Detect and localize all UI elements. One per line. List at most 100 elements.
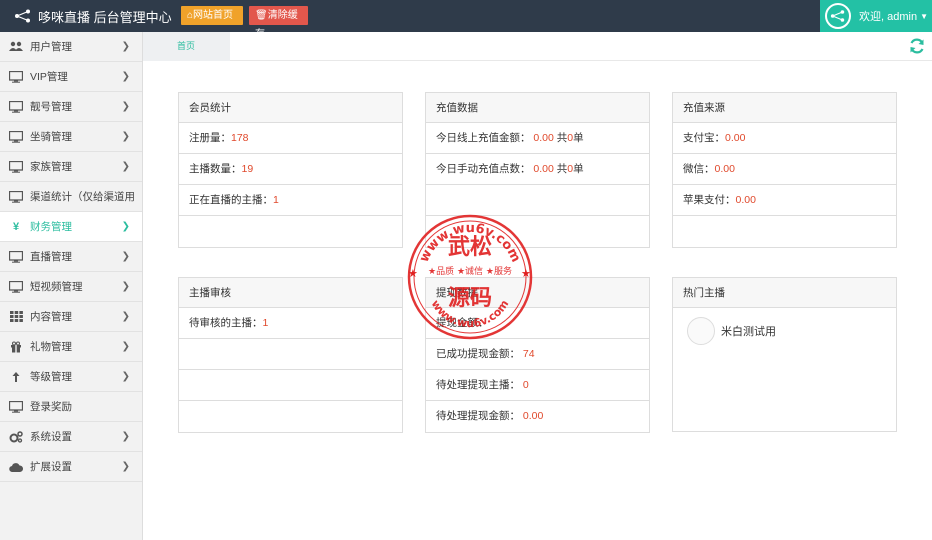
chevron-right-icon: ❯ [121,251,130,262]
sidebar-item[interactable]: 内容管理 ❯ [0,302,142,332]
live-row: 正在直播的主播：1 [179,185,402,216]
anchor-avatar[interactable] [687,316,715,345]
yen-icon: ¥ [12,220,20,233]
sidebar-item[interactable]: 家族管理 ❯ [0,152,142,182]
row-label: 正在直播的主播： [189,194,273,206]
row-text: 共 [553,163,568,175]
site-home-button[interactable]: ⌂网站首页 [181,6,243,25]
sidebar-item[interactable]: 靓号管理 ❯ [0,92,142,122]
app-title: 哆咪直播 后台管理中心 [38,9,172,25]
monitor-icon [9,130,23,143]
row-label: 待处理提现金额： [436,410,520,422]
manual-recharge-row: 今日手动充值点数： 0.00 共0单 [426,154,649,185]
sidebar-item[interactable]: 等级管理 ❯ [0,362,142,392]
users-icon [9,41,23,53]
sidebar-item[interactable]: 直播管理 ❯ [0,242,142,272]
empty-row [179,370,402,401]
pending-anchor-row: 待审核的主播：1 [179,308,402,339]
online-recharge-row: 今日线上充值金额： 0.00 共0单 [426,123,649,154]
sidebar: 用户管理 ❯ VIP管理 ❯ 靓号管理 ❯ 坐骑管理 ❯ 家族管理 ❯ 渠道统计（仅给渠道用 ¥ 财务管… [0,32,143,540]
row-label: 已成功提现金额： [436,348,520,360]
monitor-icon [9,400,23,413]
row-label: 苹果支付： [683,194,736,206]
hot-anchor-item[interactable]: 米白测试用 [673,308,896,353]
sidebar-item[interactable]: 短视频管理 ❯ [0,272,142,302]
monitor-icon [9,100,23,113]
hot-anchor-panel: 热门主播 米白测试用 [672,277,897,432]
sidebar-item[interactable]: 坐骑管理 ❯ [0,122,142,152]
alipay-row: 支付宝：0.00 [673,123,896,154]
chevron-right-icon: ❯ [121,341,130,352]
brand[interactable]: 哆咪直播 后台管理中心 [14,0,172,32]
sidebar-item-label: 渠道统计（仅给渠道用 [30,191,135,203]
sidebar-item-label: 礼物管理 [30,341,72,353]
chevron-right-icon: ❯ [121,41,130,52]
sidebar-item-label: 家族管理 [30,161,72,173]
sidebar-item[interactable]: 系统设置 ❯ [0,422,142,452]
apple-row: 苹果支付：0.00 [673,185,896,216]
watermark-main-top: 武松 [448,235,492,260]
pending-anchor-withdraw-row: 待处理提现主播： 0 [426,370,649,401]
empty-row [179,216,402,247]
sidebar-item-label: 等级管理 [30,371,72,383]
alipay-value: 0.00 [725,132,746,144]
monitor-icon [9,250,23,263]
tab-home[interactable]: 首页 [143,32,230,61]
chevron-right-icon: ❯ [121,281,130,292]
sidebar-item[interactable]: 扩展设置 ❯ [0,452,142,482]
panel-title: 会员统计 [179,93,402,123]
sidebar-item[interactable]: ¥ 财务管理 ❯ [0,212,142,242]
chevron-right-icon: ❯ [121,461,130,472]
row-text: 单 [573,132,584,144]
sidebar-item[interactable]: 渠道统计（仅给渠道用 [0,182,142,212]
monitor-icon [9,160,23,173]
sidebar-item-label: 登录奖励 [30,401,72,413]
star-icon: ★ [521,268,531,280]
caret-down-icon: ▼ [920,11,928,21]
panel-title: 充值来源 [673,93,896,123]
row-label: 微信： [683,163,715,175]
monitor-icon [9,190,23,203]
user-avatar[interactable] [825,3,851,29]
clear-cache-button[interactable]: 🗑清除缓存 [249,6,308,40]
cloud-icon [9,461,23,473]
pending-amount-value: 0.00 [522,410,544,422]
chevron-right-icon: ❯ [121,311,130,322]
anchors-value: 19 [241,163,254,175]
wechat-value: 0.00 [714,163,735,175]
sidebar-item-label: 财务管理 [30,221,72,233]
empty-row [673,216,896,247]
chevron-right-icon: ❯ [121,431,130,442]
refresh-icon[interactable] [908,37,926,55]
success-value: 74 [522,348,535,360]
chevron-right-icon: ❯ [121,161,130,172]
sidebar-item[interactable]: 登录奖励 [0,392,142,422]
sidebar-item-label: 靓号管理 [30,101,72,113]
chevron-right-icon: ❯ [121,71,130,82]
sidebar-item[interactable]: 用户管理 ❯ [0,32,142,62]
empty-row [179,401,402,432]
row-label: 支付宝： [683,132,725,144]
chevron-right-icon: ❯ [121,101,130,112]
sidebar-item[interactable]: VIP管理 ❯ [0,62,142,92]
row-text: 单 [573,163,584,175]
sidebar-item[interactable]: 礼物管理 ❯ [0,332,142,362]
site-home-label: 网站首页 [193,10,234,21]
online-amount: 0.00 [533,132,554,144]
row-text: 共 [553,132,568,144]
anchors-row: 主播数量：19 [179,154,402,185]
monitor-icon [9,280,23,293]
sidebar-item-label: 直播管理 [30,251,72,263]
sidebar-item-label: 短视频管理 [30,281,83,293]
chevron-right-icon: ❯ [121,371,130,382]
share-icon [15,9,30,23]
registered-row: 注册量：178 [179,123,402,154]
top-bar: 哆咪直播 后台管理中心 ⌂网站首页 🗑清除缓存 欢迎, admin ▼ [0,0,932,40]
registered-value: 178 [231,132,249,144]
user-menu[interactable]: 欢迎, admin ▼ [820,0,932,32]
chevron-right-icon: ❯ [121,221,130,232]
withdraw-success-row: 已成功提现金额： 74 [426,339,649,370]
manual-amount: 0.00 [533,163,554,175]
anchor-review-panel: 主播审核 待审核的主播：1 [178,277,403,433]
pending-anchor-value: 0 [522,379,529,391]
